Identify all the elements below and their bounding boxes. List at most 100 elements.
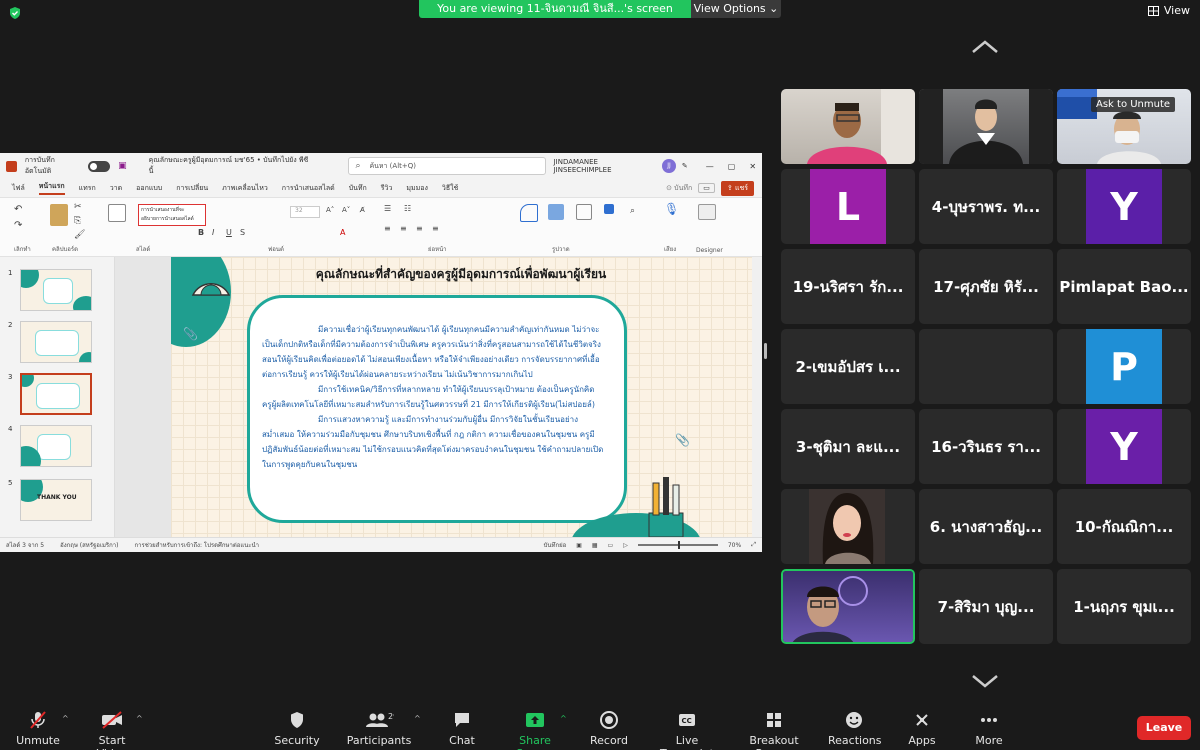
shape-fill-icon[interactable] (604, 204, 614, 214)
ribbon-tab[interactable]: การเปลี่ยน (176, 183, 208, 194)
participant-tile[interactable]: 2-เขมอัปสร เ... (781, 329, 915, 404)
comment-icon[interactable]: ▭ (698, 183, 715, 193)
participant-tile[interactable] (919, 329, 1053, 404)
unmute-button[interactable]: Unmute (14, 710, 62, 747)
zoom-level[interactable]: 70% (728, 542, 741, 549)
audio-options-caret[interactable]: ^ (62, 714, 69, 723)
paste-icon[interactable] (50, 204, 68, 226)
record-ppt-button[interactable]: ⊙ บันทึก (666, 183, 692, 194)
reactions-button[interactable]: Reactions (828, 710, 882, 747)
start-video-button[interactable]: Start Video (82, 710, 142, 750)
ppt-search-box[interactable]: ค้นหา (Alt+Q) (348, 157, 546, 175)
sorter-view-icon[interactable]: ▦ (592, 542, 598, 549)
normal-view-icon[interactable]: ▣ (576, 542, 582, 549)
slideshow-icon[interactable]: ▷ (623, 542, 628, 549)
video-options-caret[interactable]: ^ (136, 714, 143, 723)
chevron-down-icon[interactable] (970, 672, 1000, 690)
participants-caret[interactable]: ^ (414, 714, 421, 723)
format-painter-icon[interactable]: 🖌 (74, 230, 85, 240)
shapes-icon[interactable] (520, 204, 538, 222)
ask-to-unmute-label[interactable]: Ask to Unmute (1091, 97, 1176, 112)
undo-icon[interactable]: ↶ (14, 204, 22, 215)
italic-icon[interactable]: I (212, 228, 214, 237)
ribbon-tab[interactable]: วิธีใช้ (442, 183, 458, 194)
copy-icon[interactable]: ⎘ (74, 216, 81, 226)
view-options-button[interactable]: View Options ⌄ (691, 0, 781, 18)
designer-icon[interactable] (698, 204, 716, 220)
participant-tile[interactable]: 6. นางสาวธัญ... (919, 489, 1053, 564)
current-slide[interactable]: 📎 📎 คุณลักษณะที่สำคัญของครูผู้มีอุดมการณ… (171, 257, 755, 537)
font-name-dropdown[interactable]: การนำเสนองานที่จะ อธิบายการนำเสนอสไลด์ (138, 204, 206, 226)
participant-tile[interactable]: 1-นฤภร ขุมเ... (1057, 569, 1191, 644)
ribbon-tab[interactable]: ออกแบบ (136, 183, 162, 194)
bullets-icon[interactable]: ☰ (384, 204, 391, 213)
ppt-user[interactable]: JINDAMANEE JINSEECHIMPLEE JJ ✎ (554, 158, 688, 174)
participant-tile[interactable]: 10-กัณณิกา... (1057, 489, 1191, 564)
align-right-icon[interactable]: ≡ (416, 224, 423, 233)
record-button[interactable]: Record (588, 710, 630, 747)
participant-tile[interactable]: L (781, 169, 915, 244)
participant-tile[interactable]: 3-ชุติมา ละแ... (781, 409, 915, 484)
slide-thumbnail-1[interactable] (20, 269, 92, 311)
ribbon-tab[interactable]: ไฟล์ (12, 183, 25, 194)
font-shrink-icon[interactable]: A˅ (342, 206, 350, 214)
align-center-icon[interactable]: ≡ (400, 224, 407, 233)
participant-tile[interactable]: 17-ศุภชัย หิรั... (919, 249, 1053, 324)
notes-button[interactable]: บันทึกย่อ (544, 540, 567, 550)
slide-thumbnail-4[interactable] (20, 425, 92, 467)
underline-icon[interactable]: U (226, 228, 232, 237)
ribbon-tab[interactable]: หน้าแรก (38, 181, 65, 195)
slide-thumbnail-3[interactable] (20, 373, 92, 415)
numbering-icon[interactable]: ☷ (404, 204, 411, 213)
ppt-share-button[interactable]: ⇪ แชร์ (720, 180, 754, 196)
redo-icon[interactable]: ↷ (14, 220, 22, 231)
ribbon-tab[interactable]: ภาพเคลื่อนไหว (222, 183, 268, 194)
participant-tile[interactable]: 19-นริศรา รัก... (781, 249, 915, 324)
close-icon[interactable]: ✕ (749, 162, 756, 171)
participant-tile[interactable]: P (1057, 329, 1191, 404)
autosave-toggle[interactable] (88, 160, 111, 172)
accessibility-status[interactable]: การช่วยสำหรับการเข้าถึง: โปรดศึกษาต่อแนะ… (134, 540, 259, 550)
zoom-slider[interactable] (637, 541, 718, 549)
shield-check-icon[interactable] (8, 6, 22, 20)
slide-canvas[interactable]: 📎 📎 คุณลักษณะที่สำคัญของครูผู้มีอุดมการณ… (115, 257, 762, 537)
ribbon-tab[interactable]: แทรก (79, 183, 96, 194)
font-color-icon[interactable]: A (340, 228, 345, 237)
ribbon-tab[interactable]: วาด (110, 183, 122, 194)
arrange-icon[interactable] (548, 204, 564, 220)
participant-tile[interactable]: Y (1057, 169, 1191, 244)
justify-icon[interactable]: ≡ (432, 224, 439, 233)
participant-tile[interactable]: 4-บุษราพร. ท... (919, 169, 1053, 244)
participants-button[interactable]: 29 Participants (346, 710, 412, 747)
reading-view-icon[interactable]: ▭ (608, 542, 614, 549)
maximize-icon[interactable]: ▢ (728, 162, 736, 171)
participant-tile[interactable]: 7-สิริมา บุญ... (919, 569, 1053, 644)
slide-thumbnail-5[interactable]: THANK YOU (20, 479, 92, 521)
participant-tile[interactable]: Ask to Unmute (1057, 89, 1191, 164)
fit-slide-icon[interactable]: ⤢ (751, 541, 756, 549)
minimize-icon[interactable]: — (706, 162, 714, 171)
participant-tile[interactable]: Y (1057, 409, 1191, 484)
quick-styles-icon[interactable] (576, 204, 592, 220)
cut-icon[interactable]: ✂ (74, 202, 82, 212)
participant-tile[interactable] (781, 89, 915, 164)
participant-tile[interactable] (781, 489, 915, 564)
slide-thumbnail-2[interactable] (20, 321, 92, 363)
participant-tile[interactable]: Pimlapat Bao... (1057, 249, 1191, 324)
participant-tile[interactable] (781, 569, 915, 644)
more-button[interactable]: More (972, 710, 1006, 747)
slide-scrollbar[interactable] (752, 257, 762, 537)
leave-button[interactable]: Leave (1137, 716, 1191, 740)
bold-icon[interactable]: B (198, 228, 204, 237)
ribbon-tab[interactable]: การนำเสนอสไลด์ (282, 183, 335, 194)
font-size-box[interactable]: 32 (290, 206, 320, 218)
ribbon-tab[interactable]: มุมมอง (406, 183, 427, 194)
participant-tile[interactable] (919, 89, 1053, 164)
new-slide-icon[interactable] (108, 204, 126, 222)
security-button[interactable]: Security (272, 710, 322, 747)
ribbon-tab[interactable]: รีวิว (381, 183, 393, 194)
dictate-icon[interactable]: 🎙 (664, 202, 679, 216)
apps-button[interactable]: Apps (906, 710, 938, 747)
find-icon[interactable]: ⌕ (630, 206, 635, 216)
save-icon[interactable]: ▣ (118, 161, 127, 171)
